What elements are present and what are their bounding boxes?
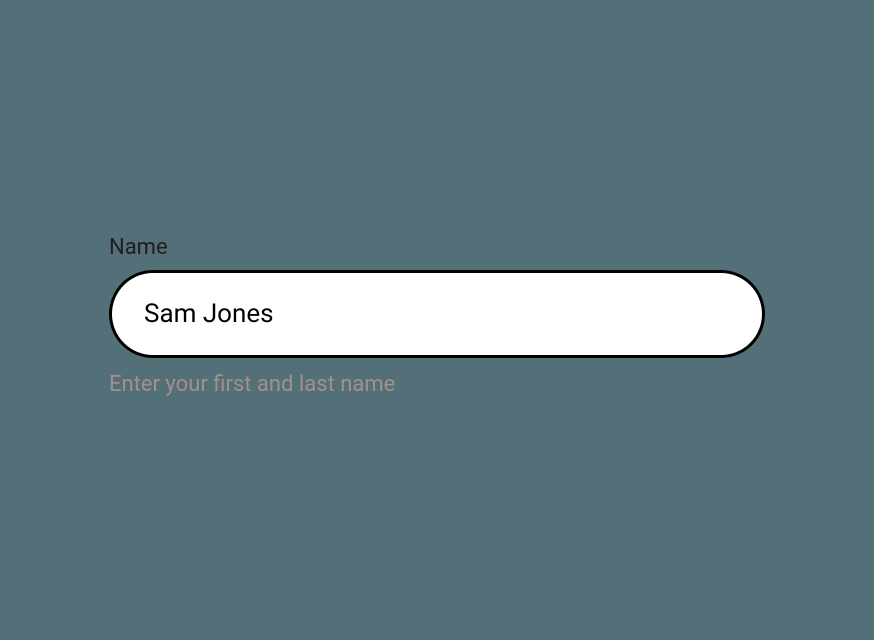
name-form-group: Name Enter your first and last name bbox=[109, 235, 765, 397]
name-input[interactable] bbox=[109, 270, 765, 358]
name-helper-text: Enter your first and last name bbox=[109, 372, 765, 397]
name-label: Name bbox=[109, 235, 765, 260]
